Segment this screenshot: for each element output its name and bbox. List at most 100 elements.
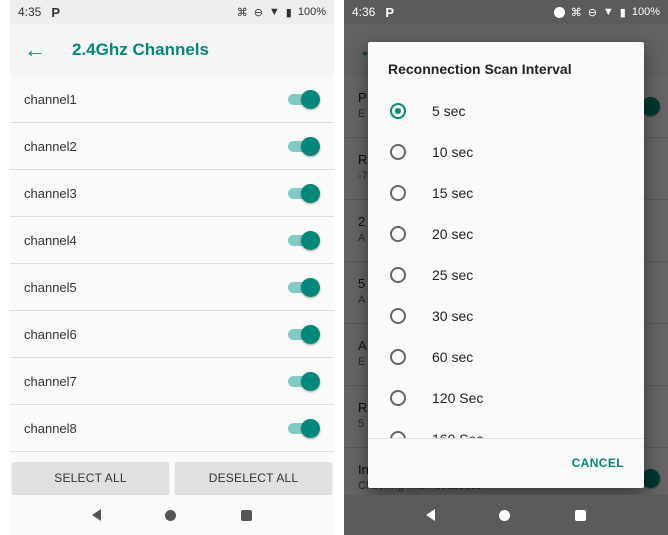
toggle-thumb: [301, 137, 320, 156]
toggle-thumb: [301, 278, 320, 297]
toggle-thumb: [301, 325, 320, 344]
dialog-divider: [368, 438, 644, 439]
select-all-button[interactable]: SELECT ALL: [12, 462, 169, 494]
channel-toggle[interactable]: [288, 183, 320, 203]
toggle-thumb: [301, 184, 320, 203]
channel-label: channel8: [24, 420, 77, 436]
back-arrow-icon[interactable]: ←: [24, 39, 54, 61]
interval-options: 5 sec 10 sec 15 sec 20 sec 25 sec 30 sec 60 se…: [368, 90, 644, 438]
channel-toggle[interactable]: [288, 136, 320, 156]
channel-row[interactable]: channel8: [10, 405, 334, 452]
dnd-icon: ⊖: [253, 6, 263, 19]
nav-bar: [344, 495, 668, 535]
scan-interval-dialog: Reconnection Scan Interval 5 sec 10 sec 15…: [368, 42, 644, 488]
interval-option-label: 30 sec: [432, 307, 474, 324]
channel-row[interactable]: channel6: [10, 311, 334, 358]
interval-option-label: 5 sec: [432, 102, 466, 119]
radio-icon[interactable]: [390, 143, 406, 160]
battery-icon: ▮: [619, 6, 626, 19]
interval-option[interactable]: 5 sec: [368, 90, 644, 131]
wifi-icon: ▼: [602, 6, 614, 18]
nav-recents-icon[interactable]: [240, 509, 252, 521]
status-icons: ⌘ ⊖ ▼ ▮ 100%: [553, 6, 660, 19]
scan-interval-screen: ← PER-72A5AAER5InChecking Internet acces…: [344, 0, 668, 535]
interval-option[interactable]: 60 sec: [368, 336, 644, 377]
status-time: 4:35: [18, 5, 42, 19]
interval-option-label: 120 Sec: [432, 389, 484, 406]
nav-back-icon[interactable]: [426, 509, 436, 521]
nfc-icon: ⌘: [570, 6, 582, 19]
status-icons: ⌘ ⊖ ▼ ▮ 100%: [237, 6, 326, 19]
channel-row[interactable]: channel4: [10, 217, 334, 264]
radio-icon[interactable]: [390, 225, 406, 242]
interval-option-label: 60 sec: [432, 348, 474, 365]
nav-bar: [10, 495, 334, 535]
interval-option-label: 10 sec: [432, 143, 474, 160]
channel-label: channel7: [24, 373, 77, 389]
nav-back-icon[interactable]: [92, 509, 102, 521]
channel-label: channel3: [24, 185, 77, 201]
channel-row[interactable]: channel7: [10, 358, 334, 405]
channels-screen: 4:35 P ⌘ ⊖ ▼ ▮ 100% ← 2.4Ghz Channels ch…: [10, 0, 334, 535]
toggle-thumb: [301, 231, 320, 250]
nav-home-icon[interactable]: [165, 509, 177, 521]
button-bar: SELECT ALL DESELECT ALL: [10, 462, 334, 494]
status-bar: 4:35 P ⌘ ⊖ ▼ ▮ 100%: [10, 0, 334, 24]
interval-option-label: 15 sec: [432, 184, 474, 201]
deselect-all-button[interactable]: DESELECT ALL: [175, 462, 332, 494]
channel-row[interactable]: channel5: [10, 264, 334, 311]
channel-row[interactable]: channel2: [10, 123, 334, 170]
radio-icon[interactable]: [390, 266, 406, 283]
radio-icon[interactable]: [390, 430, 406, 438]
channel-toggle[interactable]: [288, 418, 320, 438]
dialog-title: Reconnection Scan Interval: [388, 61, 572, 77]
record-dot-icon: [553, 6, 565, 18]
interval-option[interactable]: 20 sec: [368, 213, 644, 254]
channel-label: channel2: [24, 138, 77, 154]
channel-toggle[interactable]: [288, 230, 320, 250]
status-time: 4:36: [352, 5, 376, 19]
channel-label: channel4: [24, 232, 77, 248]
channel-list: channel1 channel2 channel3 channel4 channel5…: [10, 76, 334, 452]
radio-icon[interactable]: [390, 307, 406, 324]
cancel-button[interactable]: CANCEL: [572, 456, 624, 470]
p-notification-icon: P: [51, 4, 61, 20]
p-notification-icon: P: [385, 4, 395, 20]
interval-option-label: 25 sec: [432, 266, 474, 283]
channel-label: channel6: [24, 326, 77, 342]
interval-option[interactable]: 30 sec: [368, 295, 644, 336]
toggle-thumb: [301, 90, 320, 109]
battery-icon: ▮: [285, 6, 292, 19]
radio-icon[interactable]: [390, 389, 406, 406]
wifi-icon: ▼: [268, 6, 280, 18]
toggle-thumb: [301, 372, 320, 391]
channel-toggle[interactable]: [288, 89, 320, 109]
channel-label: channel1: [24, 91, 77, 107]
channel-toggle[interactable]: [288, 371, 320, 391]
channel-row[interactable]: channel3: [10, 170, 334, 217]
status-bar: 4:36 P ⌘ ⊖ ▼ ▮ 100%: [344, 0, 668, 24]
page-title: 2.4Ghz Channels: [72, 40, 209, 59]
radio-icon[interactable]: [390, 102, 406, 119]
interval-option[interactable]: 15 sec: [368, 172, 644, 213]
app-bar: ← 2.4Ghz Channels: [10, 24, 334, 76]
channel-toggle[interactable]: [288, 324, 320, 344]
channel-row[interactable]: channel1: [10, 76, 334, 123]
toggle-thumb: [301, 419, 320, 438]
channel-label: channel5: [24, 279, 77, 295]
radio-icon[interactable]: [390, 184, 406, 201]
channel-toggle[interactable]: [288, 277, 320, 297]
interval-option[interactable]: 120 Sec: [368, 377, 644, 418]
nav-home-icon[interactable]: [499, 509, 511, 521]
interval-option[interactable]: 160 Sec: [368, 418, 644, 438]
nav-recents-icon[interactable]: [574, 509, 586, 521]
nfc-icon: ⌘: [236, 6, 248, 19]
interval-option[interactable]: 10 sec: [368, 131, 644, 172]
battery-percent: 100%: [297, 6, 326, 18]
battery-percent: 100%: [631, 6, 660, 18]
interval-option-label: 20 sec: [432, 225, 474, 242]
dnd-icon: ⊖: [587, 6, 597, 19]
interval-option-label: 160 Sec: [432, 431, 483, 439]
radio-icon[interactable]: [390, 348, 406, 365]
interval-option[interactable]: 25 sec: [368, 254, 644, 295]
